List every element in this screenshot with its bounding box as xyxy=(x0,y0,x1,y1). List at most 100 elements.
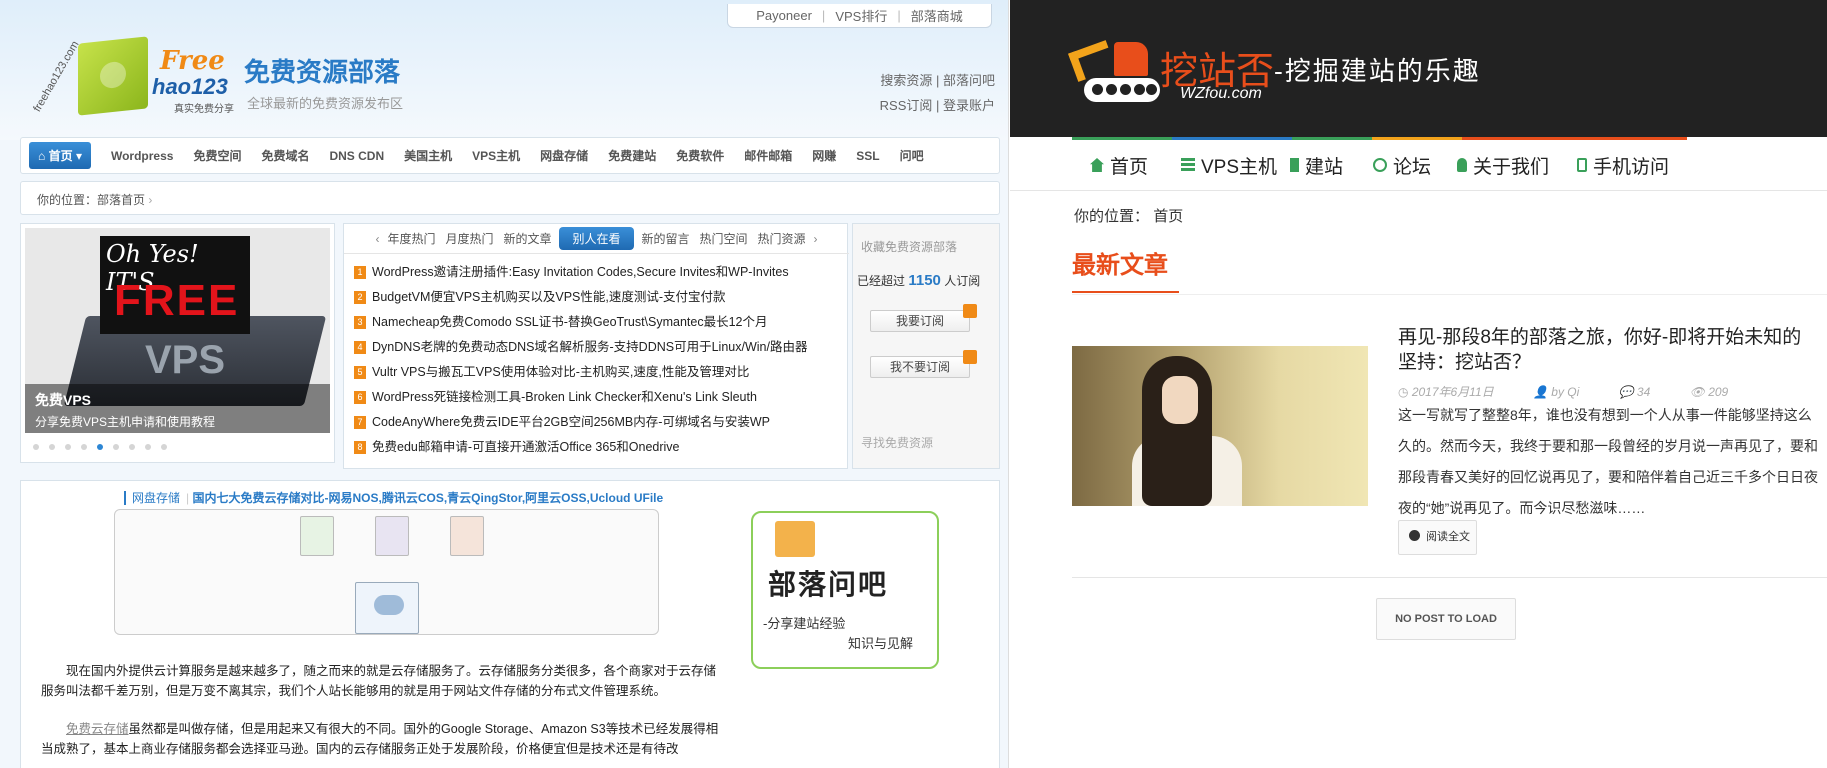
list-item[interactable]: 5 Vultr VPS与搬瓦工VPS使用体验对比-主机购买,速度,性能及管理对比 xyxy=(354,360,807,385)
tab-new-comments[interactable]: 新的留言 xyxy=(640,230,692,247)
server-label: VPS xyxy=(145,338,226,382)
slider-dot[interactable] xyxy=(113,444,119,450)
oh-yes-free-badge: Oh Yes! IT'S FREE xyxy=(100,236,250,334)
folder-cloud-icon xyxy=(355,582,419,634)
nav-vps[interactable]: VPS主机 xyxy=(1181,152,1277,179)
rss-icon[interactable] xyxy=(963,304,977,318)
slider-dot[interactable] xyxy=(97,444,103,450)
list-item[interactable]: 4 DynDNS老牌的免费动态DNS域名解析服务-支持DDNS可用于Linux/W… xyxy=(354,335,807,360)
left-site: Payoneer | VPS排行 | 部落商城 freehao123.com Fre… xyxy=(0,0,1009,768)
main-nav: 首页 VPS主机 建站 论坛 关于我们 手机访问 xyxy=(1010,137,1827,191)
logo-slogan: 真实免费分享 xyxy=(174,104,234,115)
nav-home[interactable]: ⌂ 首页 ▾ xyxy=(29,142,91,169)
tab-monthly[interactable]: 月度热门 xyxy=(443,230,495,247)
subscriber-suffix: 人订阅 xyxy=(944,274,981,288)
rss-icon[interactable] xyxy=(963,350,977,364)
breadcrumb: 你的位置： 首页 xyxy=(1074,205,1183,226)
nav-item[interactable]: Wordpress xyxy=(101,149,183,163)
nav-about[interactable]: 关于我们 xyxy=(1457,152,1549,179)
toplink-shop[interactable]: 部落商城 xyxy=(901,6,973,25)
wheel xyxy=(1146,84,1157,95)
slider-dot[interactable] xyxy=(145,444,151,450)
search-link[interactable]: 搜索资源 xyxy=(880,73,932,88)
article-heading: 网盘存储 | 国内七大免费云存储对比-网易NOS,腾讯云COS,青云QingSto… xyxy=(124,489,663,506)
inline-link[interactable]: 免费云存储 xyxy=(66,722,129,736)
nav-accent-bar xyxy=(1072,137,1172,140)
slider-dot[interactable] xyxy=(129,444,135,450)
featured-slider[interactable]: VPS Oh Yes! IT'S FREE 免费VPS 分享免费VPS主机申请和… xyxy=(20,223,335,463)
list-item[interactable]: 3 Namecheap免费Comodo SSL证书-替换GeoTrust\Syma… xyxy=(354,310,807,335)
chevron-right-icon[interactable]: › xyxy=(814,232,818,246)
slider-dot[interactable] xyxy=(81,444,87,450)
tab-new-posts[interactable]: 新的文章 xyxy=(501,230,553,247)
nav-item[interactable]: VPS主机 xyxy=(462,147,530,164)
load-more-button[interactable]: NO POST TO LOAD xyxy=(1376,598,1516,640)
excavator-cab xyxy=(1114,42,1148,76)
server-icon xyxy=(1181,158,1195,172)
nav-item[interactable]: DNS CDN xyxy=(319,149,394,163)
tab-hot-resources[interactable]: 热门资源 xyxy=(756,230,808,247)
tab-hot-hosting[interactable]: 热门空间 xyxy=(698,230,750,247)
slider-dot[interactable] xyxy=(161,444,167,450)
slider-dot[interactable] xyxy=(49,444,55,450)
read-more-button[interactable]: 阅读全文 xyxy=(1398,520,1477,555)
chevron-left-icon[interactable]: ‹ xyxy=(375,232,379,246)
list-item[interactable]: 8 免费edu邮箱申请-可直接开通激活Office 365和Onedrive xyxy=(354,435,807,460)
list-item-title: Vultr VPS与搬瓦工VPS使用体验对比-主机购买,速度,性能及管理对比 xyxy=(372,365,750,379)
slider-dot[interactable] xyxy=(33,444,39,450)
chat-bubble-icon xyxy=(1373,158,1387,172)
list-item[interactable]: 6 WordPress死链接检测工具-Broken Link Checker和Xe… xyxy=(354,385,807,410)
unsubscribe-button[interactable]: 我不要订阅 xyxy=(870,356,970,378)
slide-caption[interactable]: 免费VPS 分享免费VPS主机申请和使用教程 xyxy=(25,384,330,433)
tab-yearly[interactable]: 年度热门 xyxy=(385,230,437,247)
breadcrumb-prefix: 你的位置： xyxy=(1074,208,1150,225)
breadcrumb-home[interactable]: 首页 xyxy=(1153,208,1183,225)
nav-item[interactable]: 网盘存储 xyxy=(530,147,598,164)
arrow-circle-icon xyxy=(1409,530,1420,541)
nav-item[interactable]: 免费域名 xyxy=(251,147,319,164)
list-item[interactable]: 7 CodeAnyWhere免费云IDE平台2GB空间256MB内存-可绑域名与安… xyxy=(354,410,807,435)
site-title[interactable]: 免费资源部落 xyxy=(244,52,400,89)
post-title[interactable]: 再见-那段8年的部落之旅，你好-即将开始未知的坚持：挖站否？ xyxy=(1398,325,1818,375)
nav-mobile[interactable]: 手机访问 xyxy=(1577,152,1669,179)
nav-forum[interactable]: 论坛 xyxy=(1373,152,1431,179)
nav-item[interactable]: 问吧 xyxy=(890,147,934,164)
ask-link[interactable]: 部落问吧 xyxy=(943,73,995,88)
article-title[interactable]: 国内七大免费云存储对比-网易NOS,腾讯云COS,青云QingStor,阿里云O… xyxy=(192,491,663,505)
post-comments[interactable]: 💬 34 xyxy=(1619,385,1669,399)
rank-number: 7 xyxy=(354,416,366,430)
post-thumbnail[interactable] xyxy=(1072,346,1368,506)
toplink-vps-rank[interactable]: VPS排行 xyxy=(825,6,897,25)
nav-item[interactable]: 网赚 xyxy=(802,147,846,164)
nav-label: VPS主机 xyxy=(1201,157,1278,178)
rss-link[interactable]: RSS订阅 xyxy=(880,98,933,113)
slider-dot[interactable] xyxy=(65,444,71,450)
login-link[interactable]: 登录账户 xyxy=(943,98,995,113)
nav-item[interactable]: 邮件邮箱 xyxy=(734,147,802,164)
chevron-right-icon: › xyxy=(148,193,153,207)
mail-icon xyxy=(775,521,815,557)
excavator-icon[interactable] xyxy=(1068,40,1162,104)
nav-accent-bar xyxy=(1372,137,1462,140)
nav-accent-bar xyxy=(1172,137,1292,140)
rank-number: 2 xyxy=(354,291,366,305)
post-author: 👤 by Qi xyxy=(1532,385,1580,399)
nav-item[interactable]: 免费建站 xyxy=(598,147,666,164)
list-item[interactable]: 1 WordPress邀请注册插件:Easy Invitation Codes,S… xyxy=(354,260,807,285)
site-logo[interactable]: freehao123.com Free hao123 真实免费分享 xyxy=(31,28,242,118)
toplink-payoneer[interactable]: Payoneer xyxy=(746,8,822,23)
nav-item[interactable]: 免费软件 xyxy=(666,147,734,164)
ask-banner[interactable]: 部落问吧 -分享建站经验 知识与见解 xyxy=(751,511,939,669)
nav-item[interactable]: SSL xyxy=(846,149,889,163)
nav-item[interactable]: 美国主机 xyxy=(394,147,462,164)
nav-home[interactable]: 首页 xyxy=(1090,152,1148,179)
rank-number: 4 xyxy=(354,341,366,355)
section-underline xyxy=(1072,291,1179,293)
tab-others-viewing[interactable]: 别人在看 xyxy=(559,227,634,250)
nav-item[interactable]: 免费空间 xyxy=(183,147,251,164)
nav-build[interactable]: 建站 xyxy=(1290,152,1343,179)
breadcrumb-home[interactable]: 部落首页 xyxy=(97,193,145,207)
list-item[interactable]: 2 BudgetVM便宜VPS主机购买以及VPS性能,速度测试-支付宝付款 xyxy=(354,285,807,310)
article-category[interactable]: 网盘存储 xyxy=(124,491,187,505)
subscribe-button[interactable]: 我要订阅 xyxy=(870,310,970,332)
